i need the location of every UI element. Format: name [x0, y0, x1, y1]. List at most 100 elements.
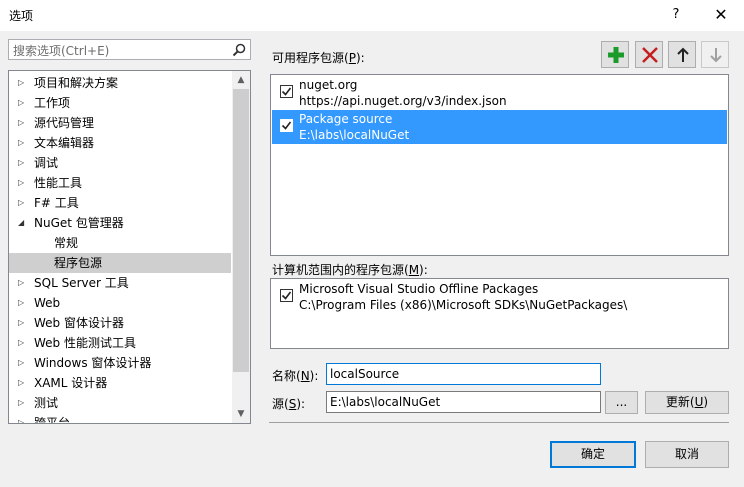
- tree-item-label: 工作项: [34, 96, 71, 110]
- tree-item-label: 常规: [54, 236, 79, 250]
- expand-arrow-icon[interactable]: ▷: [18, 173, 28, 193]
- available-sources-list[interactable]: nuget.org https://api.nuget.org/v3/index…: [270, 74, 729, 256]
- expand-arrow-icon[interactable]: ▷: [18, 93, 28, 113]
- source-url: E:\labs\localNuGet: [299, 128, 410, 142]
- tree-item[interactable]: ▷ 源代码管理: [9, 113, 231, 133]
- tree-item[interactable]: ◢ NuGet 包管理器: [9, 213, 231, 233]
- separator: [269, 422, 729, 423]
- tree-item[interactable]: ▷ 调试: [9, 153, 231, 173]
- tree-item-label: 跨平台: [34, 416, 71, 424]
- source-field[interactable]: E:\labs\localNuGet: [326, 391, 601, 413]
- expand-arrow-icon[interactable]: ▷: [18, 373, 28, 393]
- tree-item[interactable]: ▷ 文本编辑器: [9, 133, 231, 153]
- plus-icon: [608, 47, 624, 63]
- tree-item-label: Web: [34, 296, 61, 310]
- source-row[interactable]: Microsoft Visual Studio Offline Packages…: [272, 280, 727, 314]
- expand-arrow-icon[interactable]: ▷: [18, 293, 28, 313]
- tree-item-label: SQL Server 工具: [34, 276, 129, 290]
- source-checkbox[interactable]: [280, 85, 293, 98]
- tree-item[interactable]: ▷ XAML 设计器: [9, 373, 231, 393]
- tree-item[interactable]: 程序包源: [9, 253, 231, 273]
- scroll-thumb[interactable]: [233, 89, 249, 372]
- tree-item-label: F# 工具: [34, 196, 79, 210]
- delete-x-icon: [642, 47, 658, 63]
- options-tree[interactable]: ▷ 项目和解决方案 ▷ 工作项 ▷ 源代码管理 ▷ 文本编辑器 ▷ 调试 ▷ 性能工具 ▷ F# 工具 ◢ N…: [8, 70, 251, 424]
- source-checkbox[interactable]: [280, 289, 293, 302]
- tree-item-label: XAML 设计器: [34, 376, 108, 390]
- search-placeholder: 搜索选项(Ctrl+E): [13, 44, 110, 58]
- expand-arrow-icon[interactable]: ▷: [18, 273, 28, 293]
- tree-item-label: 测试: [34, 396, 59, 410]
- checkmark-icon: [281, 291, 292, 300]
- tree-item-label: 文本编辑器: [34, 136, 95, 150]
- tree-item[interactable]: ▷ 项目和解决方案: [9, 73, 231, 93]
- tree-item-label: 源代码管理: [34, 116, 95, 130]
- tree-item-label: 性能工具: [34, 176, 83, 190]
- available-sources-label: 可用程序包源(P):: [272, 51, 365, 65]
- expand-arrow-icon[interactable]: ▷: [18, 413, 28, 423]
- source-name: Package source: [299, 112, 393, 126]
- arrow-up-icon: [677, 47, 689, 62]
- machine-sources-label: 计算机范围内的程序包源(M):: [272, 263, 428, 277]
- tree-item[interactable]: ▷ SQL Server 工具: [9, 273, 231, 293]
- source-checkbox[interactable]: [280, 119, 293, 132]
- window-title: 选项: [9, 9, 34, 23]
- source-name: nuget.org: [299, 78, 358, 92]
- move-up-button[interactable]: [668, 41, 696, 68]
- tree-item[interactable]: ▷ Web 性能测试工具: [9, 333, 231, 353]
- search-icon[interactable]: [231, 42, 247, 58]
- cancel-button[interactable]: 取消: [645, 441, 729, 468]
- tree-item-label: NuGet 包管理器: [34, 216, 124, 230]
- expand-arrow-icon[interactable]: ▷: [18, 73, 28, 93]
- checkmark-icon: [281, 87, 292, 96]
- expand-arrow-icon[interactable]: ▷: [18, 353, 28, 373]
- expand-arrow-icon[interactable]: ▷: [18, 393, 28, 413]
- tree-item[interactable]: ▷ 测试: [9, 393, 231, 413]
- tree-item[interactable]: ▷ 跨平台: [9, 413, 231, 424]
- scroll-down-icon[interactable]: ▼: [232, 405, 250, 423]
- source-row[interactable]: nuget.org https://api.nuget.org/v3/index…: [272, 76, 727, 110]
- tree-item[interactable]: 常规: [9, 233, 231, 253]
- source-label: 源(S):: [272, 397, 306, 411]
- tree-item-label: 项目和解决方案: [34, 76, 119, 90]
- expand-arrow-icon[interactable]: ▷: [18, 313, 28, 333]
- tree-scrollbar[interactable]: ▲ ▼: [232, 71, 250, 423]
- tree-item[interactable]: ▷ Windows 窗体设计器: [9, 353, 231, 373]
- expand-arrow-icon[interactable]: ▷: [18, 333, 28, 353]
- name-label: 名称(N):: [272, 369, 319, 383]
- expand-arrow-icon[interactable]: ▷: [18, 193, 28, 213]
- tree-item[interactable]: ▷ 工作项: [9, 93, 231, 113]
- expand-arrow-icon[interactable]: ▷: [18, 153, 28, 173]
- arrow-down-icon: [710, 48, 722, 63]
- source-row[interactable]: Package source E:\labs\localNuGet: [272, 110, 727, 144]
- name-field[interactable]: localSource: [326, 363, 601, 385]
- add-source-button[interactable]: [601, 41, 629, 68]
- scroll-up-icon[interactable]: ▲: [232, 71, 250, 89]
- browse-button[interactable]: ...: [605, 391, 638, 414]
- tree-item-label: Web 性能测试工具: [34, 336, 136, 350]
- tree-item-label: 程序包源: [54, 256, 103, 270]
- expand-arrow-icon[interactable]: ▷: [18, 113, 28, 133]
- source-url: C:\Program Files (x86)\Microsoft SDKs\Nu…: [299, 298, 628, 312]
- source-url: https://api.nuget.org/v3/index.json: [299, 94, 507, 108]
- checkmark-icon: [281, 121, 292, 130]
- machine-sources-list[interactable]: Microsoft Visual Studio Offline Packages…: [270, 278, 729, 349]
- title-bar: 选项 ? ✕: [0, 0, 744, 31]
- tree-item-label: Windows 窗体设计器: [34, 356, 152, 370]
- search-input[interactable]: 搜索选项(Ctrl+E): [8, 39, 251, 60]
- ok-button[interactable]: 确定: [550, 441, 636, 468]
- tree-item[interactable]: ▷ 性能工具: [9, 173, 231, 193]
- tree-item[interactable]: ▷ Web 窗体设计器: [9, 313, 231, 333]
- expand-arrow-icon[interactable]: ▷: [18, 133, 28, 153]
- remove-source-button[interactable]: [635, 41, 663, 68]
- move-down-button[interactable]: [701, 41, 729, 68]
- help-button[interactable]: ?: [664, 3, 688, 27]
- tree-item[interactable]: ▷ F# 工具: [9, 193, 231, 213]
- tree-item-label: Web 窗体设计器: [34, 316, 124, 330]
- source-name: Microsoft Visual Studio Offline Packages: [299, 282, 539, 296]
- tree-item[interactable]: ▷ Web: [9, 293, 231, 313]
- expanded-arrow-icon[interactable]: ◢: [18, 213, 28, 233]
- tree-item-label: 调试: [34, 156, 59, 170]
- update-button[interactable]: 更新(U): [645, 391, 729, 414]
- close-button[interactable]: ✕: [706, 3, 736, 27]
